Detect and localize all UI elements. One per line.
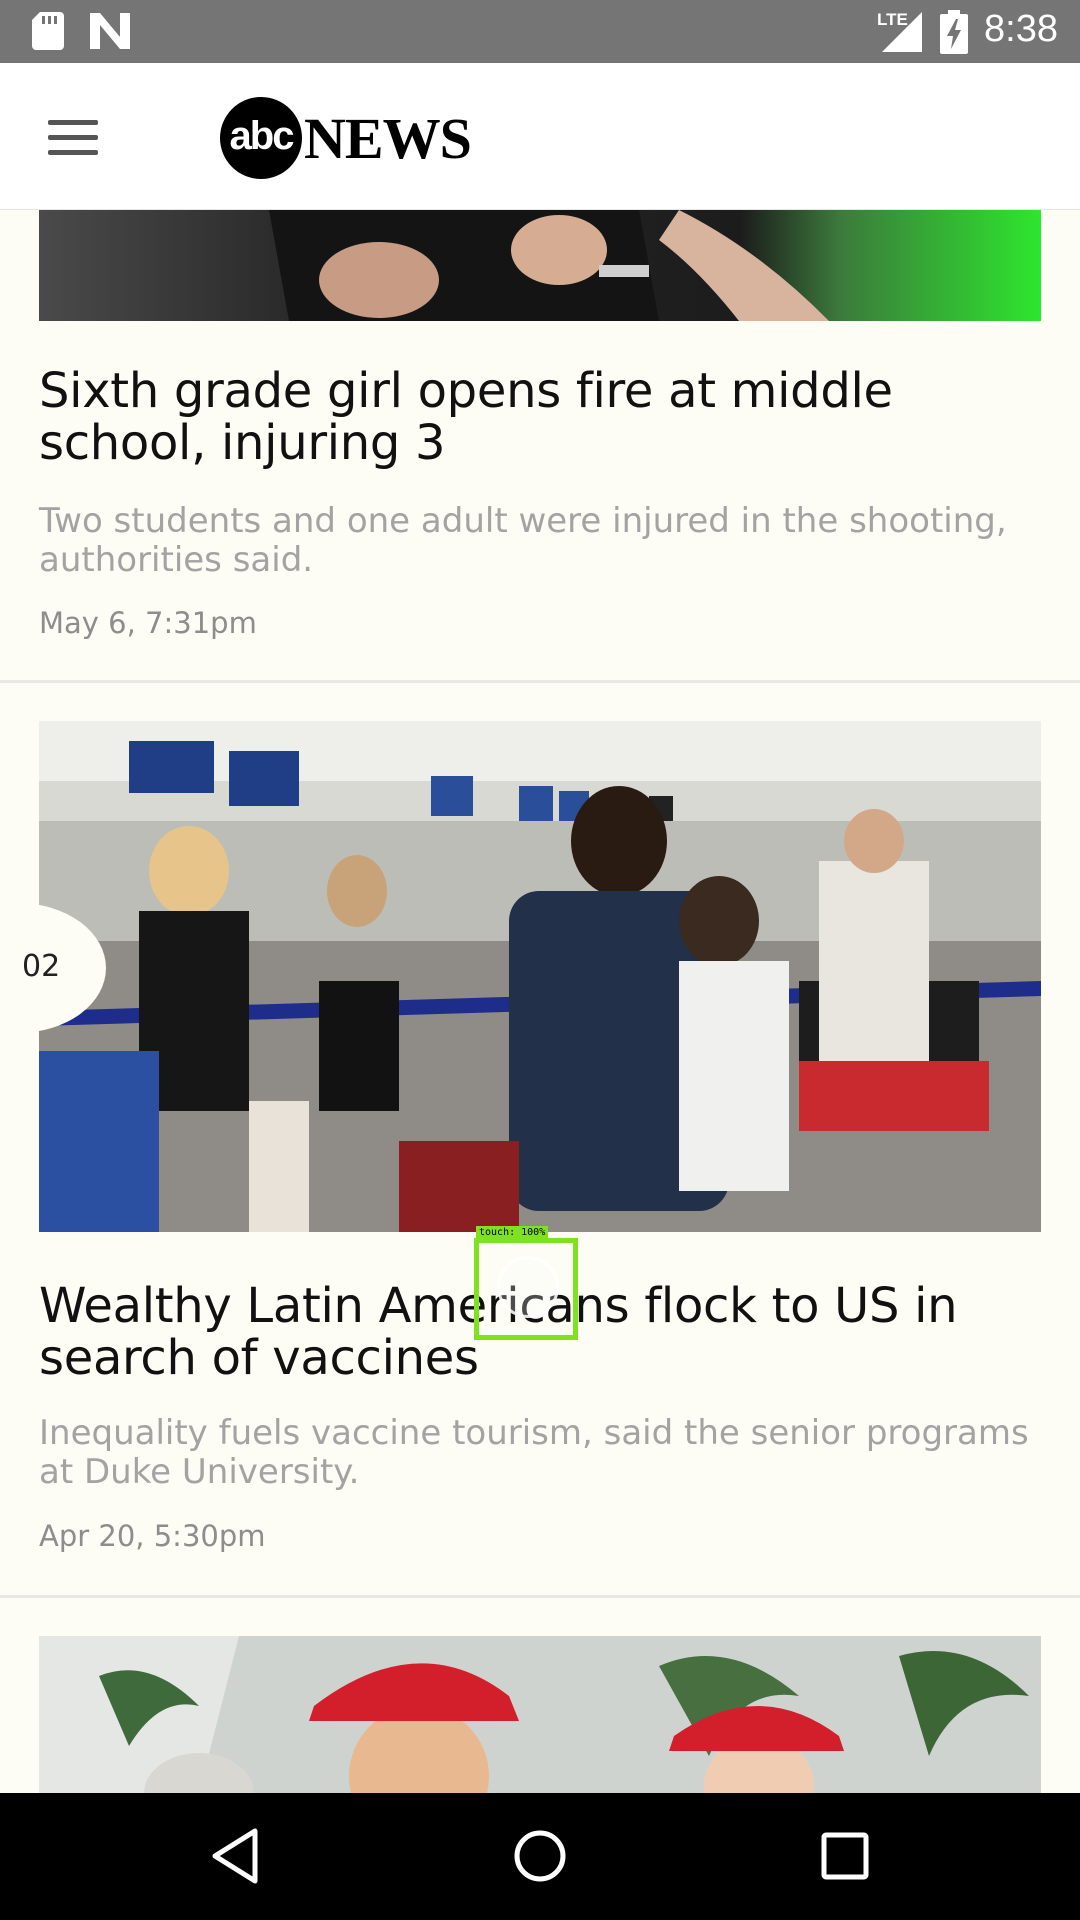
touch-point bbox=[497, 1256, 559, 1318]
story-card[interactable] bbox=[0, 1598, 1080, 1793]
story-date: May 6, 7:31pm bbox=[39, 606, 257, 640]
back-icon[interactable] bbox=[200, 1821, 270, 1891]
story-date: Apr 20, 5:30pm bbox=[39, 1519, 266, 1553]
sd-card-icon bbox=[32, 12, 64, 50]
logo-word: NEWS bbox=[304, 106, 472, 171]
status-bar: LTE 8:38 bbox=[0, 0, 1080, 63]
app-header: abc NEWS bbox=[0, 63, 1080, 210]
n-notification-icon bbox=[90, 13, 130, 49]
story-title[interactable]: Sixth grade girl opens fire at middle sc… bbox=[39, 365, 1049, 469]
story-image[interactable] bbox=[39, 1636, 1041, 1793]
logo-circle: abc bbox=[220, 97, 302, 179]
home-icon[interactable] bbox=[505, 1821, 575, 1891]
abc-news-logo: abc NEWS bbox=[220, 97, 472, 179]
touch-indicator bbox=[474, 1238, 578, 1340]
navigation-bar bbox=[0, 1793, 1080, 1920]
story-image[interactable] bbox=[39, 721, 1041, 1232]
hamburger-menu-icon[interactable] bbox=[40, 108, 106, 168]
news-feed[interactable]: Sixth grade girl opens fire at middle sc… bbox=[0, 210, 1080, 1793]
recents-icon[interactable] bbox=[810, 1821, 880, 1891]
battery-charging-icon bbox=[940, 10, 968, 54]
story-image[interactable] bbox=[39, 210, 1041, 321]
story-card[interactable]: Wealthy Latin Americans flock to US in s… bbox=[0, 683, 1080, 1595]
lte-signal-icon bbox=[882, 12, 922, 52]
rank-number: 02 bbox=[22, 949, 61, 984]
story-card[interactable]: Sixth grade girl opens fire at middle sc… bbox=[0, 210, 1080, 680]
status-time: 8:38 bbox=[984, 8, 1058, 50]
story-summary: Two students and one adult were injured … bbox=[39, 501, 1007, 580]
story-summary: Inequality fuels vaccine tourism, said t… bbox=[39, 1413, 1029, 1492]
